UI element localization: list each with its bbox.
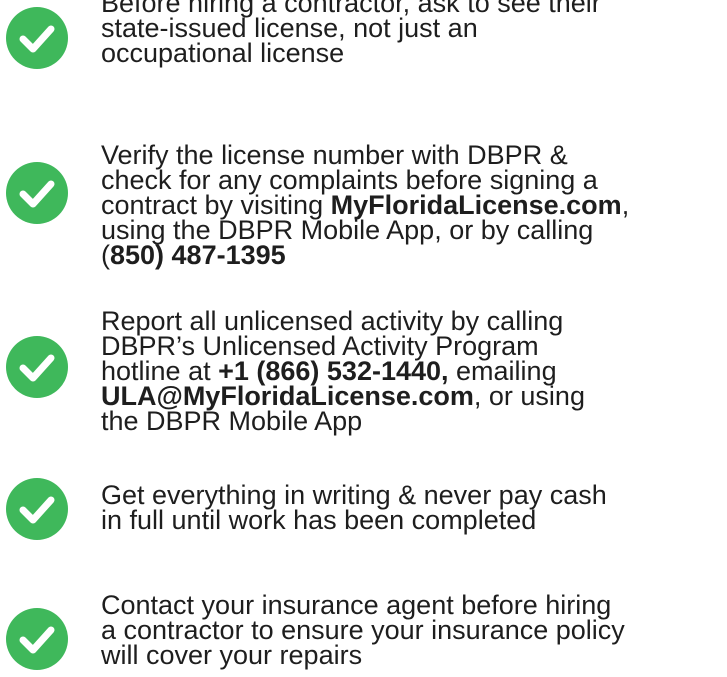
tip-text-segment: occupational license [101, 38, 345, 68]
tip-text-segment: the DBPR Mobile App [101, 406, 363, 436]
check-circle-icon [6, 608, 68, 670]
check-circle-icon [6, 162, 68, 224]
check-circle-icon [6, 336, 68, 398]
tip-text-bold: 850) 487-1395 [110, 240, 286, 270]
tip-text-segment: will cover your repairs [101, 640, 363, 670]
tip-text-segment: , or using [473, 381, 585, 411]
tip-text: Report all unlicensed activity by callin… [101, 308, 725, 436]
tip-text-segment: in full until work has been completed [101, 505, 537, 535]
tip-text: Contact your insurance agent before hiri… [101, 592, 725, 670]
tip-text: Get everything in writing & never pay ca… [101, 482, 725, 535]
tips-list: Before hiring a contractor, ask to see t… [0, 0, 727, 677]
tip-text: Before hiring a contractor, ask to see t… [101, 0, 725, 68]
tip-text-segment: ( [101, 240, 110, 270]
tip-text-segment: , [621, 190, 630, 220]
check-circle-icon [6, 7, 68, 69]
tip-text: Verify the license number with DBPR & che… [101, 142, 725, 270]
check-circle-icon [6, 478, 68, 540]
